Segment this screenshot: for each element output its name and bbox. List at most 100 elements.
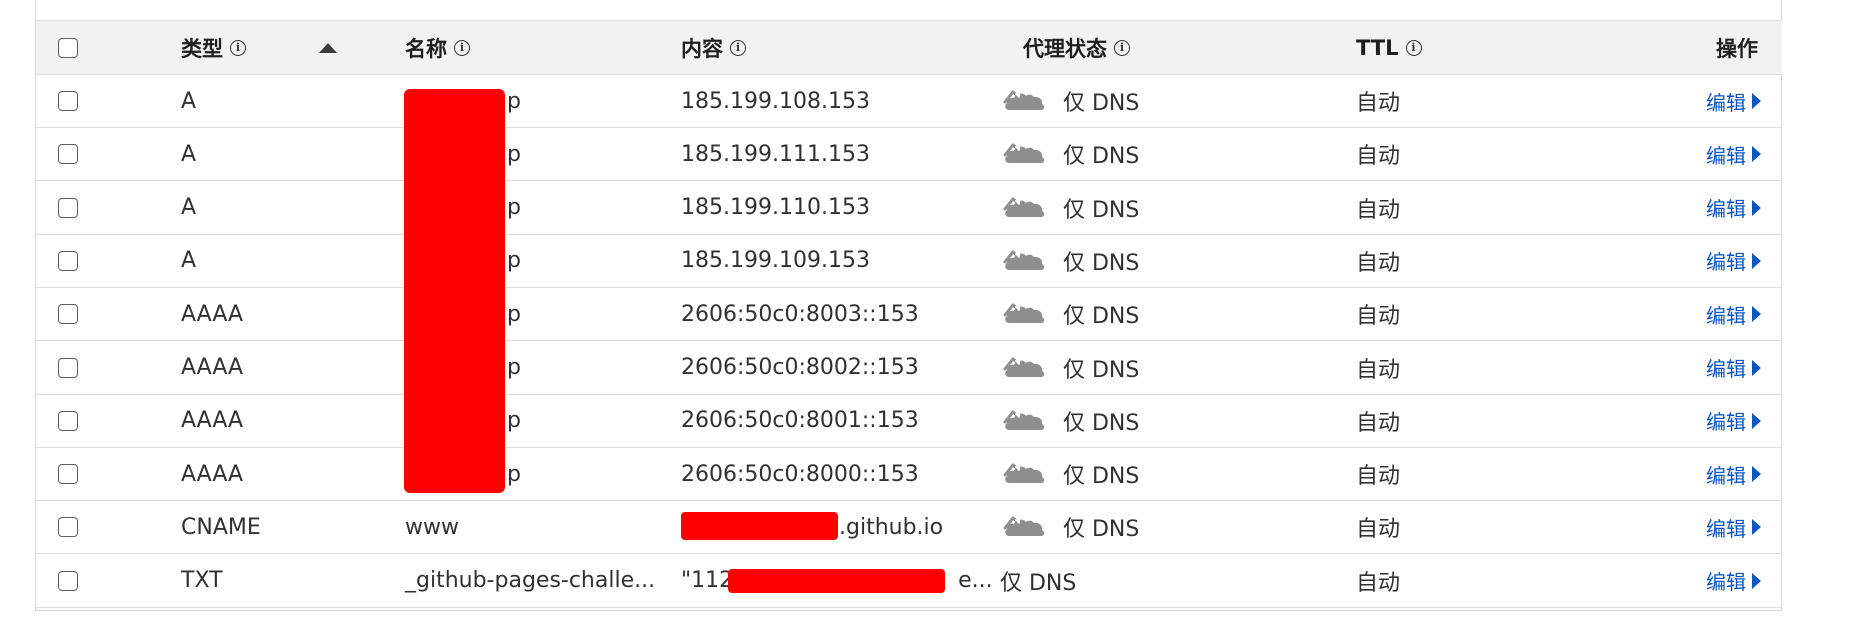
proxy-status-label: 仅 DNS <box>1063 304 1140 330</box>
record-type: CNAME <box>181 514 261 540</box>
dns-records-table: 类型 i 名称 i 内容 i 代理状态 i TTL i 操作 A p 185.1… <box>35 0 1782 611</box>
edit-button-label: 编辑 <box>1706 570 1746 595</box>
table-row[interactable]: AAAA p 2606:50c0:8000::153 仅 DNS 自动 编辑 <box>36 448 1782 502</box>
record-name: p <box>507 301 521 327</box>
edit-button[interactable]: 编辑 <box>1706 566 1761 595</box>
edit-button[interactable]: 编辑 <box>1706 87 1761 116</box>
column-proxy-label: 代理状态 <box>1023 36 1107 61</box>
record-proxy-cell: 仅 DNS <box>1003 288 1139 340</box>
column-proxy-status[interactable]: 代理状态 i <box>1023 21 1130 74</box>
column-content-label: 内容 <box>681 36 723 61</box>
table-row[interactable]: CNAME www .github.io 仅 DNS 自动 编辑 <box>36 501 1782 555</box>
record-ttl: 自动 <box>1356 357 1401 383</box>
table-row[interactable]: AAAA p 2606:50c0:8002::153 仅 DNS 自动 编辑 <box>36 342 1782 395</box>
row-checkbox[interactable] <box>58 517 78 538</box>
record-name: p <box>507 355 521 380</box>
record-ttl-cell: 自动 <box>1356 448 1400 500</box>
info-icon[interactable]: i <box>730 39 746 56</box>
sort-ascending-icon[interactable] <box>319 42 337 53</box>
column-ttl[interactable]: TTL i <box>1356 21 1422 74</box>
dns-only-cloud-icon <box>1003 248 1047 274</box>
edit-button[interactable]: 编辑 <box>1706 353 1761 382</box>
row-select-cell <box>58 342 78 394</box>
edit-button[interactable]: 编辑 <box>1706 406 1761 435</box>
select-all-checkbox[interactable] <box>58 37 78 58</box>
record-action-cell: 编辑 <box>1706 395 1761 447</box>
table-row[interactable]: AAAA p 2606:50c0:8001::153 仅 DNS 自动 编辑 <box>36 395 1782 448</box>
record-content-cell: 185.199.109.153 <box>681 235 870 287</box>
record-type: A <box>181 88 197 114</box>
column-type-label: 类型 <box>181 36 223 61</box>
column-type[interactable]: 类型 i <box>181 21 246 74</box>
row-checkbox[interactable] <box>58 357 78 378</box>
edit-button[interactable]: 编辑 <box>1706 300 1761 329</box>
row-checkbox[interactable] <box>58 410 78 431</box>
column-actions-label: 操作 <box>1716 36 1758 61</box>
record-content: 185.199.108.153 <box>681 88 870 114</box>
row-checkbox[interactable] <box>58 570 78 591</box>
row-checkbox[interactable] <box>58 197 78 218</box>
record-ttl: 自动 <box>1356 144 1401 170</box>
record-content-prefix: "112 <box>681 568 734 594</box>
dns-only-cloud-icon <box>1003 408 1047 434</box>
caret-right-icon <box>1752 359 1761 376</box>
edit-button-label: 编辑 <box>1706 516 1746 541</box>
column-name-label: 名称 <box>405 36 447 61</box>
caret-right-icon <box>1752 572 1761 589</box>
info-icon[interactable]: i <box>454 39 470 56</box>
column-content[interactable]: 内容 i <box>681 21 746 74</box>
edit-button[interactable]: 编辑 <box>1706 193 1761 222</box>
proxy-status-label: 仅 DNS <box>1063 250 1140 276</box>
info-icon[interactable]: i <box>1405 39 1422 56</box>
record-type-cell: AAAA <box>181 288 243 340</box>
row-checkbox[interactable] <box>58 91 78 111</box>
row-select-cell <box>58 128 78 180</box>
proxy-status-label: 仅 DNS <box>1063 144 1140 170</box>
edit-button[interactable]: 编辑 <box>1706 513 1761 542</box>
record-type-cell: A <box>181 182 196 234</box>
record-action-cell: 编辑 <box>1706 235 1761 287</box>
table-row[interactable]: A p 185.199.108.153 仅 DNS 自动 编辑 <box>36 75 1782 128</box>
row-checkbox[interactable] <box>58 304 78 325</box>
record-content-cell: 2606:50c0:8002::153 <box>681 342 919 394</box>
row-checkbox[interactable] <box>58 144 78 165</box>
column-actions: 操作 <box>1716 21 1758 74</box>
column-name[interactable]: 名称 i <box>405 21 470 74</box>
record-ttl-cell: 自动 <box>1356 235 1400 287</box>
table-row[interactable]: A p 185.199.110.153 仅 DNS 自动 编辑 <box>36 182 1782 235</box>
dns-only-cloud-icon <box>1003 355 1047 381</box>
record-ttl-cell: 自动 <box>1356 182 1400 234</box>
record-action-cell: 编辑 <box>1706 75 1761 127</box>
record-ttl-cell: 自动 <box>1356 555 1400 607</box>
edit-button[interactable]: 编辑 <box>1706 140 1761 169</box>
record-proxy-cell: 仅 DNS <box>1000 555 1076 607</box>
record-content: .github.io <box>839 514 944 540</box>
caret-right-icon <box>1752 146 1761 163</box>
edit-button-label: 编辑 <box>1706 303 1746 328</box>
table-row[interactable]: AAAA p 2606:50c0:8003::153 仅 DNS 自动 编辑 <box>36 288 1782 342</box>
info-icon[interactable]: i <box>230 39 246 56</box>
proxy-status-label: 仅 DNS <box>1063 517 1140 543</box>
table-row[interactable]: A p 185.199.111.153 仅 DNS 自动 编辑 <box>36 128 1782 182</box>
edit-button[interactable]: 编辑 <box>1706 246 1761 275</box>
record-proxy-cell: 仅 DNS <box>1003 182 1139 234</box>
dns-only-cloud-icon <box>1003 141 1047 167</box>
row-select-cell <box>58 395 78 447</box>
record-name: p <box>507 248 521 274</box>
record-type: A <box>181 195 197 221</box>
row-checkbox[interactable] <box>58 250 78 271</box>
record-name: p <box>507 141 521 167</box>
proxy-status: 仅 DNS <box>1003 245 1139 277</box>
record-name: p <box>507 461 521 487</box>
info-icon[interactable]: i <box>1114 39 1130 56</box>
proxy-status: 仅 DNS <box>1003 138 1139 170</box>
dns-only-cloud-icon <box>1003 195 1047 221</box>
table-row[interactable]: A p 185.199.109.153 仅 DNS 自动 编辑 <box>36 235 1782 288</box>
edit-button[interactable]: 编辑 <box>1706 460 1761 489</box>
row-checkbox[interactable] <box>58 464 78 485</box>
sort-cell <box>319 21 337 74</box>
column-ttl-label: TTL <box>1356 35 1399 60</box>
record-ttl-cell: 自动 <box>1356 75 1400 127</box>
proxy-status: 仅 DNS <box>1003 192 1139 224</box>
edit-button-label: 编辑 <box>1706 357 1746 381</box>
